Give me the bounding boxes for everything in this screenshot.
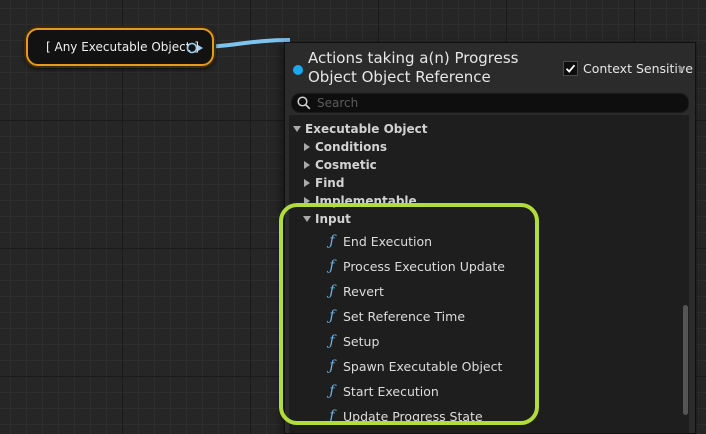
search-icon [297,96,311,110]
tree-category-input[interactable]: Input [303,210,351,228]
list-scrollbar[interactable] [683,305,688,415]
action-setup[interactable]: ƒ Setup [325,332,379,350]
context-sensitive-label: Context Sensitive [583,61,693,76]
context-sensitive-toggle[interactable]: Context Sensitive [563,61,693,76]
collapsed-arrow-icon [304,143,310,151]
panel-title: Actions taking a(n) Progress Object Obje… [308,49,519,86]
tree-category-conditions[interactable]: Conditions [303,138,387,156]
function-icon: ƒ [329,308,335,324]
action-revert[interactable]: ƒ Revert [325,282,384,300]
function-icon: ƒ [329,358,335,374]
action-update-progress-state[interactable]: ƒ Update Progress State [325,407,482,425]
tree-category-implementable[interactable]: Implementable [303,192,417,210]
output-pin-icon[interactable] [186,42,206,54]
function-icon: ƒ [329,233,335,249]
action-process-execution-update[interactable]: ƒ Process Execution Update [325,257,505,275]
collapsed-arrow-icon [304,197,310,205]
tree-category-executable-object[interactable]: Executable Object [293,120,427,138]
collapsed-arrow-icon [304,161,310,169]
action-start-execution[interactable]: ƒ Start Execution [325,382,438,400]
object-reference-icon [293,65,303,75]
action-menu-panel: Actions taking a(n) Progress Object Obje… [284,42,696,434]
function-icon: ƒ [329,383,335,399]
search-input[interactable] [317,96,688,110]
function-icon: ƒ [329,283,335,299]
node-label: [ Any Executable Object ] [46,40,199,54]
function-icon: ƒ [329,258,335,274]
expanded-arrow-icon [303,216,311,222]
expanded-arrow-icon [293,126,301,132]
checkmark-icon [565,64,576,73]
collapsed-arrow-icon [304,179,310,187]
chevron-right-icon[interactable] [679,65,685,73]
context-sensitive-checkbox[interactable] [563,61,578,76]
tree-category-find[interactable]: Find [303,174,344,192]
action-spawn-executable-object[interactable]: ƒ Spawn Executable Object [325,357,502,375]
action-set-reference-time[interactable]: ƒ Set Reference Time [325,307,465,325]
search-box[interactable] [291,93,689,113]
action-end-execution[interactable]: ƒ End Execution [325,232,432,250]
function-icon: ƒ [329,408,335,424]
function-icon: ƒ [329,333,335,349]
tree-category-cosmetic[interactable]: Cosmetic [303,156,377,174]
action-tree-list[interactable]: Executable Object Conditions Cosmetic Fi… [289,115,689,433]
any-executable-object-node[interactable]: [ Any Executable Object ] [26,28,214,66]
